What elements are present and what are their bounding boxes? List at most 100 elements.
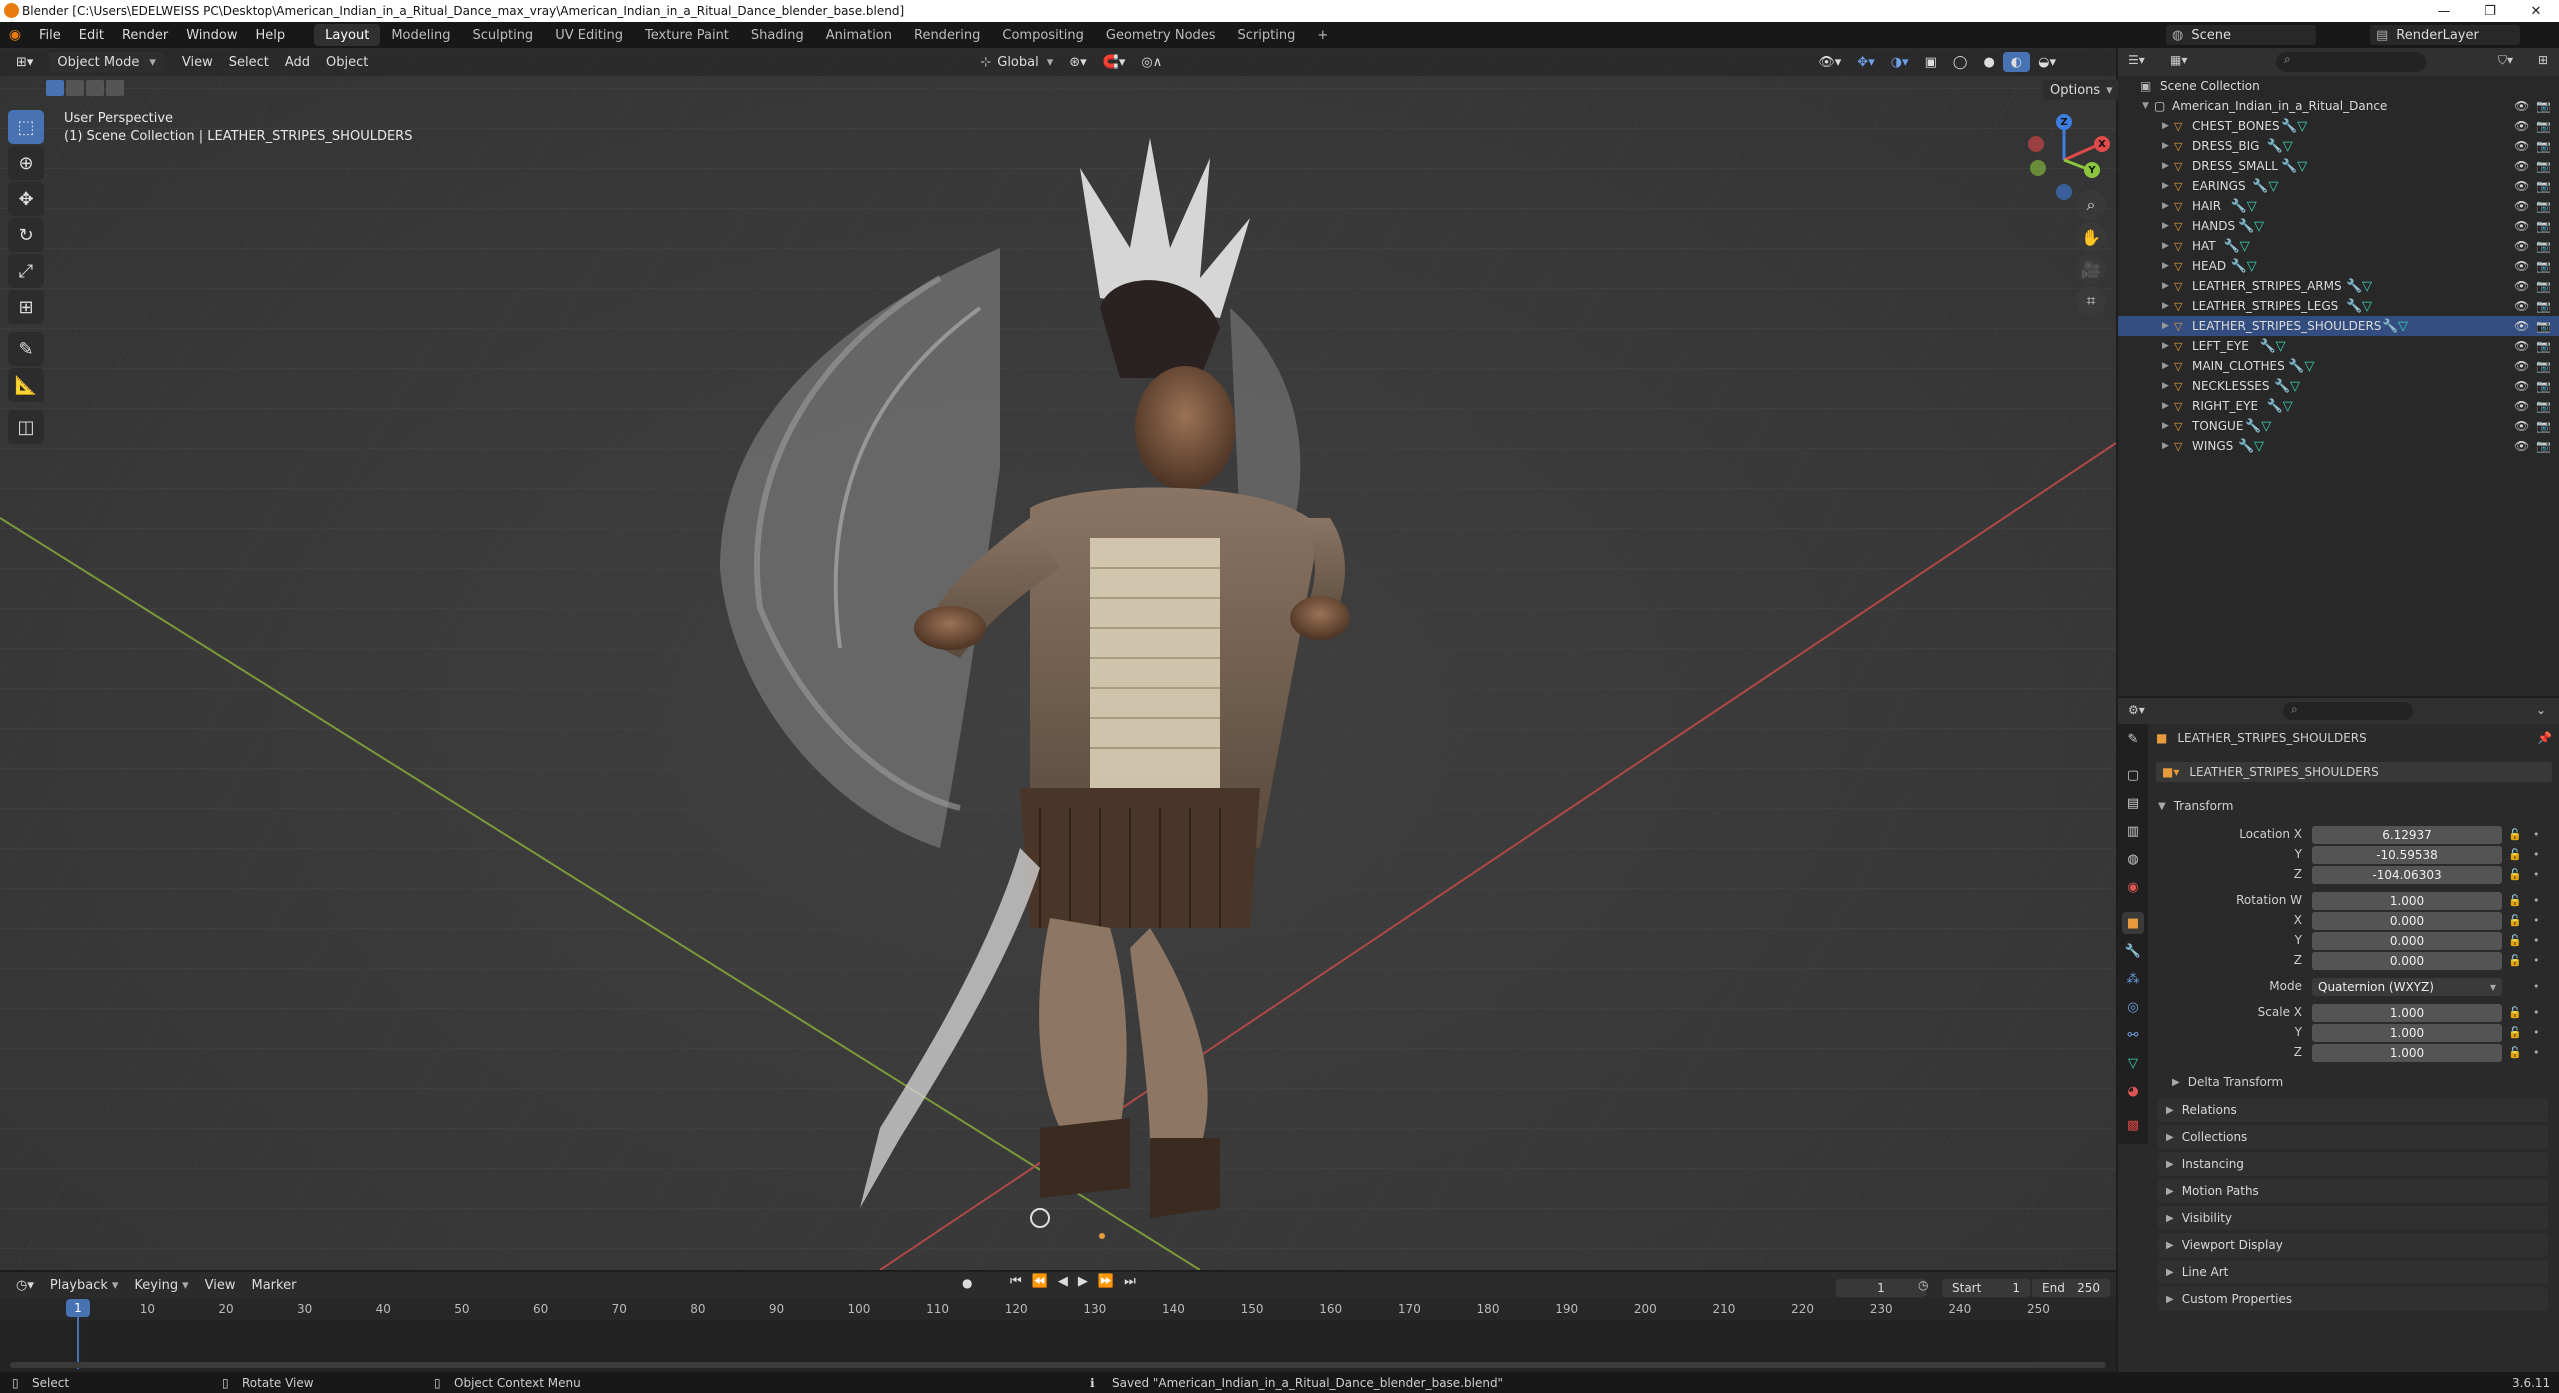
render-camera-icon[interactable]: 📷 — [2536, 199, 2551, 213]
menu-select[interactable]: Select — [221, 52, 277, 72]
gizmo-x-axis[interactable]: X — [2094, 136, 2110, 152]
render-camera-icon[interactable]: 📷 — [2536, 299, 2551, 313]
editor-type-icon[interactable]: ⊞▾ — [8, 52, 41, 72]
menu-render[interactable]: Render — [113, 28, 177, 43]
render-camera-icon[interactable]: 📷 — [2536, 139, 2551, 153]
texture-tab-icon[interactable]: ▩ — [2122, 1114, 2144, 1136]
visibility-eye-icon[interactable]: 👁 — [2514, 399, 2529, 413]
modifier-tab-icon[interactable]: 🔧 — [2122, 940, 2144, 962]
modifier-wrench-icon[interactable]: 🔧 — [2267, 399, 2283, 414]
outliner-item-dress-big[interactable]: ▶ ▽ DRESS_BIG 🔧 ▽ 👁 📷 — [2118, 136, 2559, 156]
select-new-icon[interactable] — [46, 80, 64, 96]
rotation-mode-select[interactable]: Quaternion (WXYZ) ▾ — [2312, 978, 2502, 996]
keyframe-dot-icon[interactable]: • — [2533, 954, 2540, 967]
pivot-point-icon[interactable]: ⊛▾ — [1061, 52, 1094, 72]
lock-icon[interactable]: 🔓 — [2508, 1046, 2522, 1059]
visibility-eye-icon[interactable]: 👁 — [2514, 259, 2529, 273]
visibility-eye-icon[interactable]: 👁 — [2514, 299, 2529, 313]
render-camera-icon[interactable]: 📷 — [2536, 379, 2551, 393]
mesh-data-icon[interactable]: ▽ — [2362, 299, 2372, 314]
modifier-wrench-icon[interactable]: 🔧 — [2288, 359, 2304, 374]
play-reverse-icon[interactable]: ◀ — [1058, 1274, 1068, 1289]
shading-wireframe-icon[interactable]: ◯ — [1945, 52, 1976, 72]
navigation-gizmo[interactable]: Z X Y — [2020, 108, 2120, 208]
gizmo-neg-z-axis[interactable] — [2056, 184, 2072, 200]
play-icon[interactable]: ▶ — [1078, 1274, 1088, 1289]
menu-view[interactable]: View — [174, 52, 221, 72]
visibility-eye-icon[interactable]: 👁 — [2514, 199, 2529, 213]
panel-viewport-display[interactable]: ▶ Viewport Display — [2158, 1233, 2548, 1257]
panel-collections[interactable]: ▶ Collections — [2158, 1125, 2548, 1149]
properties-editor-icon[interactable]: ⚙▾ — [2128, 703, 2145, 717]
visibility-eye-icon[interactable]: 👁 — [2514, 159, 2529, 173]
mesh-data-icon[interactable]: ▽ — [2276, 339, 2286, 354]
render-camera-icon[interactable]: 📷 — [2536, 279, 2551, 293]
constraints-tab-icon[interactable]: ⚯ — [2122, 1024, 2144, 1046]
location-x-field[interactable]: 6.12937 — [2312, 826, 2502, 844]
outliner-item-hair[interactable]: ▶ ▽ HAIR 🔧 ▽ 👁 📷 — [2118, 196, 2559, 216]
modifier-wrench-icon[interactable]: 🔧 — [2281, 159, 2297, 174]
mesh-data-icon[interactable]: ▽ — [2297, 159, 2307, 174]
outliner-scene-collection[interactable]: ▣ Scene Collection — [2118, 76, 2559, 96]
modifier-wrench-icon[interactable]: 🔧 — [2281, 119, 2297, 134]
render-camera-icon[interactable]: 📷 — [2536, 399, 2551, 413]
lock-icon[interactable]: 🔓 — [2508, 828, 2522, 841]
view-layer-tab-icon[interactable]: ▥ — [2122, 820, 2144, 842]
end-frame-field[interactable]: End 250 — [2032, 1279, 2110, 1297]
render-camera-icon[interactable]: 📷 — [2536, 259, 2551, 273]
outliner-item-earings[interactable]: ▶ ▽ EARINGS 🔧 ▽ 👁 📷 — [2118, 176, 2559, 196]
modifier-wrench-icon[interactable]: 🔧 — [2245, 419, 2261, 434]
transform-orientation-selector[interactable]: ⊹ Global ▾ — [972, 52, 1061, 72]
gizmo-toggle-icon[interactable]: ✥▾ — [1849, 52, 1882, 72]
panel-instancing[interactable]: ▶ Instancing — [2158, 1152, 2548, 1176]
render-camera-icon[interactable]: 📷 — [2536, 119, 2551, 133]
shading-material-icon[interactable]: ◐ — [2002, 52, 2031, 72]
menu-help[interactable]: Help — [247, 28, 295, 43]
mesh-data-icon[interactable]: ▽ — [2254, 219, 2264, 234]
ortho-grid-icon[interactable]: ⌗ — [2076, 286, 2106, 316]
rotation-z-field[interactable]: 0.000 — [2312, 952, 2502, 970]
panel-custom-properties[interactable]: ▶ Custom Properties — [2158, 1287, 2548, 1311]
panel-line-art[interactable]: ▶ Line Art — [2158, 1260, 2548, 1284]
outliner-collection[interactable]: ▼ ▢ American_Indian_in_a_Ritual_Dance 👁 … — [2118, 96, 2559, 116]
object-tab-icon[interactable]: ■ — [2122, 912, 2144, 934]
render-camera-icon[interactable]: 📷 — [2536, 419, 2551, 433]
outliner-item-leather-stripes-legs[interactable]: ▶ ▽ LEATHER_STRIPES_LEGS 🔧 ▽ 👁 📷 — [2118, 296, 2559, 316]
expand-triangle-icon[interactable]: ▶ — [2162, 161, 2169, 171]
expand-triangle-icon[interactable]: ▶ — [2162, 441, 2169, 451]
world-tab-icon[interactable]: ◉ — [2122, 876, 2144, 898]
menu-add[interactable]: Add — [277, 52, 318, 72]
outliner-item-wings[interactable]: ▶ ▽ WINGS 🔧 ▽ 👁 📷 — [2118, 436, 2559, 456]
visibility-eye-icon[interactable]: 👁 — [2514, 359, 2529, 373]
modifier-wrench-icon[interactable]: 🔧 — [2238, 219, 2254, 234]
mesh-data-icon[interactable]: ▽ — [2297, 119, 2307, 134]
render-camera-icon[interactable]: 📷 — [2536, 159, 2551, 173]
mesh-data-icon[interactable]: ▽ — [2304, 359, 2314, 374]
jump-end-icon[interactable]: ⏭ — [1124, 1274, 1136, 1289]
menu-marker[interactable]: Marker — [243, 1275, 304, 1295]
menu-object[interactable]: Object — [318, 52, 376, 72]
scale-x-field[interactable]: 1.000 — [2312, 1004, 2502, 1022]
visibility-eye-icon[interactable]: 👁 — [2514, 339, 2529, 353]
overlays-icon[interactable]: ◑▾ — [1883, 52, 1917, 72]
mesh-data-icon[interactable]: ▽ — [2290, 379, 2300, 394]
render-layer-selector[interactable]: ▤ RenderLayer — [2370, 25, 2520, 45]
rotation-w-field[interactable]: 1.000 — [2312, 892, 2502, 910]
mesh-data-icon[interactable]: ▽ — [2261, 419, 2271, 434]
shading-rendered-icon[interactable]: ◒▾ — [2030, 52, 2064, 72]
expand-triangle-icon[interactable]: ▶ — [2162, 321, 2169, 331]
expand-triangle-icon[interactable]: ▶ — [2162, 381, 2169, 391]
outliner-item-main-clothes[interactable]: ▶ ▽ MAIN_CLOTHES 🔧 ▽ 👁 📷 — [2118, 356, 2559, 376]
render-camera-icon[interactable]: 📷 — [2536, 359, 2551, 373]
material-tab-icon[interactable]: ◕ — [2122, 1080, 2144, 1102]
scene-tab-icon[interactable]: ◍ — [2122, 848, 2144, 870]
proportional-edit-icon[interactable]: ◎∧ — [1133, 52, 1170, 72]
outliner-item-hat[interactable]: ▶ ▽ HAT 🔧 ▽ 👁 📷 — [2118, 236, 2559, 256]
expand-triangle-icon[interactable]: ▶ — [2162, 401, 2169, 411]
mesh-data-icon[interactable]: ▽ — [2254, 439, 2264, 454]
lock-icon[interactable]: 🔓 — [2508, 868, 2522, 881]
timeline-scrollbar[interactable] — [10, 1362, 2106, 1368]
outliner-item-leather-stripes-arms[interactable]: ▶ ▽ LEATHER_STRIPES_ARMS 🔧 ▽ 👁 📷 — [2118, 276, 2559, 296]
expand-triangle-icon[interactable]: ▶ — [2162, 181, 2169, 191]
physics-tab-icon[interactable]: ◎ — [2122, 996, 2144, 1018]
